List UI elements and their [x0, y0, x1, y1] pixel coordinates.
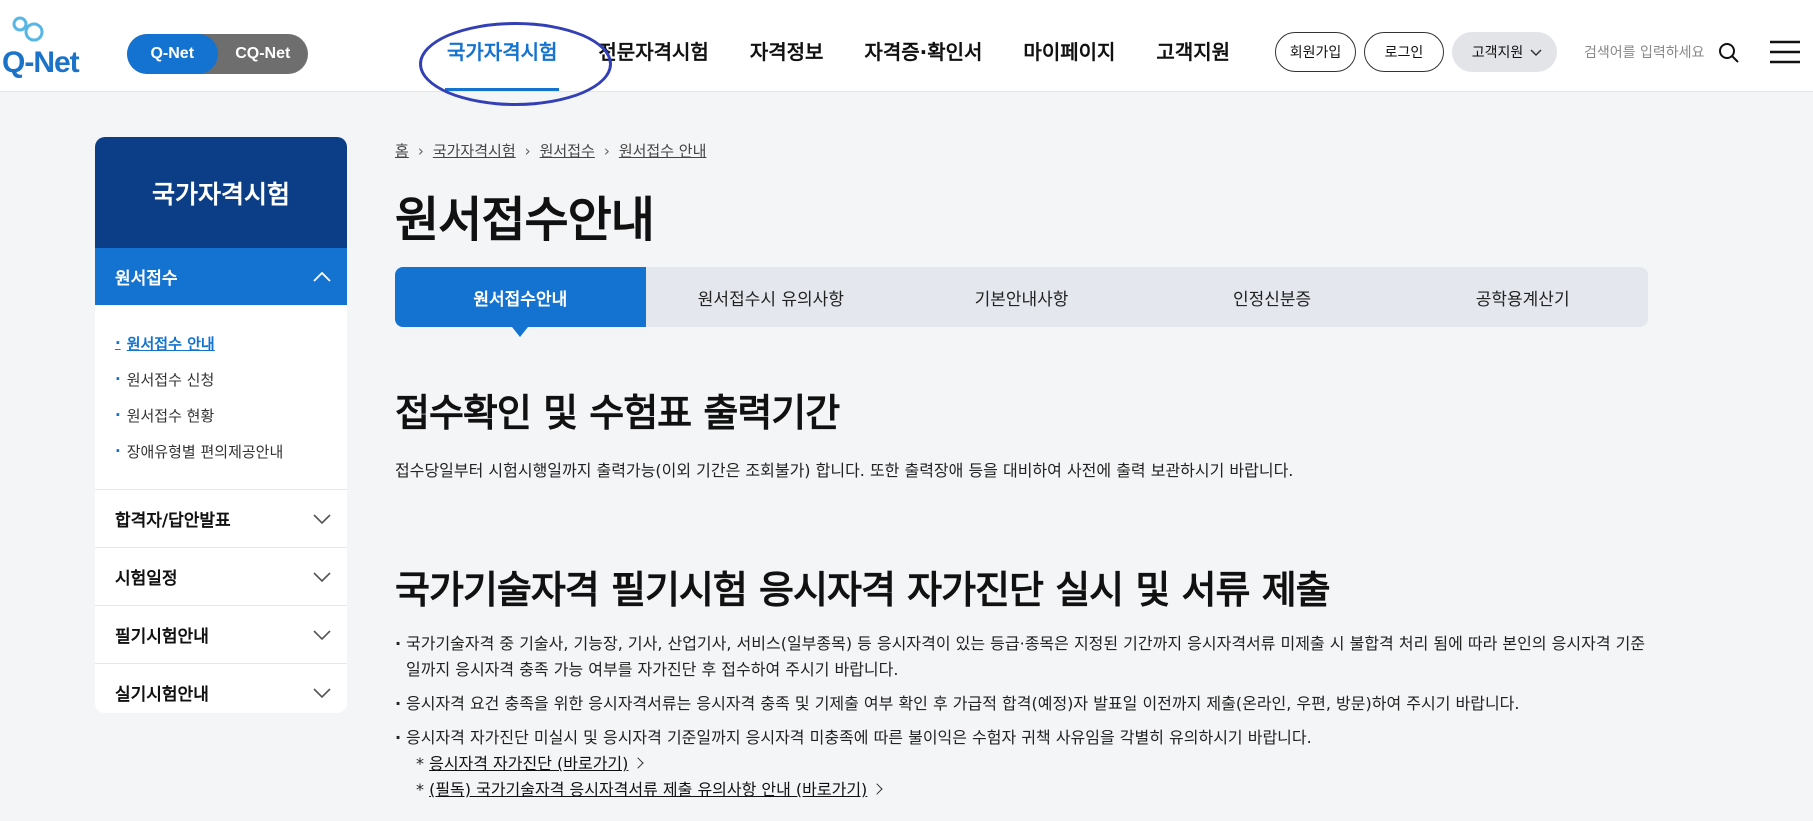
- login-button[interactable]: 로그인: [1364, 32, 1444, 72]
- qnet-logo[interactable]: Q-Net: [0, 10, 95, 80]
- site-toggle[interactable]: Q-Net CQ-Net: [127, 34, 308, 74]
- tab-application-guide[interactable]: 원서접수안내: [395, 267, 646, 337]
- chevron-right-icon: ›: [417, 141, 424, 160]
- sidebar-item-results[interactable]: 합격자/답안발표: [95, 489, 347, 547]
- chevron-right-icon: ›: [603, 141, 610, 160]
- join-button[interactable]: 회원가입: [1275, 32, 1356, 72]
- support-dropdown[interactable]: 고객지원: [1452, 32, 1557, 72]
- gnb-support[interactable]: 고객지원: [1156, 36, 1230, 65]
- sidebar-item-label: 합격자/답안발표: [115, 511, 231, 531]
- sidebar-item-written-exam[interactable]: 필기시험안내: [95, 605, 347, 663]
- search-input[interactable]: 검색어를 입력하세요: [1584, 42, 1704, 62]
- self-check-list: 국가기술자격 중 기술사, 기능장, 기사, 산업기사, 서비스(일부종목) 등…: [395, 631, 1648, 811]
- gnb-mypage[interactable]: 마이페이지: [1023, 36, 1115, 65]
- breadcrumb-national-exam[interactable]: 국가자격시험: [433, 140, 516, 161]
- section-text-print-period: 접수당일부터 시험시행일까지 출력가능(이외 기간은 조회불가) 합니다. 또한…: [395, 461, 1294, 480]
- list-item: 국가기술자격 중 기술사, 기능장, 기사, 산업기사, 서비스(일부종목) 등…: [395, 631, 1648, 683]
- chevron-right-icon: [632, 757, 645, 769]
- chevron-down-icon: [313, 629, 331, 640]
- link-prefix: *: [416, 780, 424, 799]
- sidebar-submenu: 원서접수 안내 원서접수 신청 원서접수 현황 장애유형별 편의제공안내: [95, 305, 347, 489]
- list-item-text: 응시자격 자가진단 미실시 및 응시자격 기준일까지 응시자격 미충족에 따른 …: [406, 728, 1312, 747]
- page-title: 원서접수안내: [395, 192, 655, 248]
- submenu-application-status[interactable]: 원서접수 현황: [115, 397, 347, 433]
- sidebar-item-label: 실기시험안내: [115, 685, 209, 705]
- self-check-link[interactable]: 응시자격 자가진단 (바로가기): [429, 754, 628, 773]
- search-icon[interactable]: [1718, 42, 1740, 64]
- sidebar-item-schedule[interactable]: 시험일정: [95, 547, 347, 605]
- chevron-down-icon: [313, 687, 331, 698]
- list-item: 응시자격 자가진단 미실시 및 응시자격 기준일까지 응시자격 미충족에 따른 …: [395, 725, 1648, 803]
- chevron-down-icon: [1530, 49, 1542, 57]
- content-tabs: 원서접수안내 원서접수시 유의사항 기본안내사항 인정신분증 공학용계산기: [395, 267, 1648, 337]
- left-sidebar: 국가자격시험 원서접수 원서접수 안내 원서접수 신청 원서접수 현황 장애유형…: [95, 137, 347, 713]
- sidebar-item-label: 시험일정: [115, 569, 178, 589]
- gnb-national-exam[interactable]: 국가자격시험: [444, 36, 560, 91]
- section-heading-print-period: 접수확인 및 수험표 출력기간: [395, 391, 840, 435]
- support-dropdown-label: 고객지원: [1471, 45, 1524, 61]
- breadcrumb: 홈 › 국가자격시험 › 원서접수 › 원서접수 안내: [395, 140, 706, 161]
- link-prefix: *: [416, 754, 424, 773]
- global-nav: 국가자격시험 전문자격시험 자격정보 자격증·확인서 마이페이지 고객지원: [444, 36, 1271, 91]
- hamburger-menu-icon[interactable]: [1770, 40, 1800, 64]
- chevron-right-icon: ›: [524, 141, 531, 160]
- chevron-up-icon: [313, 271, 331, 282]
- top-header: Q-Net Q-Net CQ-Net 국가자격시험 전문자격시험 자격정보 자격…: [0, 0, 1813, 92]
- site-toggle-qnet[interactable]: Q-Net: [127, 34, 218, 74]
- section-heading-self-check: 국가기술자격 필기시험 응시자격 자가진단 실시 및 서류 제출: [395, 568, 1331, 612]
- sidebar-item-practical-exam[interactable]: 실기시험안내: [95, 663, 347, 713]
- site-toggle-cqnet[interactable]: CQ-Net: [218, 34, 309, 74]
- chevron-right-icon: [871, 783, 883, 795]
- logo-text: Q-Net: [2, 46, 80, 79]
- gnb-professional-exam[interactable]: 전문자격시험: [598, 36, 708, 65]
- required-notice-link[interactable]: (필독) 국가기술자격 응시자격서류 제출 유의사항 안내 (바로가기): [429, 780, 867, 799]
- chevron-down-icon: [313, 571, 331, 582]
- breadcrumb-application[interactable]: 원서접수: [540, 140, 595, 161]
- tab-basic-info[interactable]: 기본안내사항: [896, 267, 1147, 327]
- required-notice-link-row: * (필독) 국가기술자격 응시자격서류 제출 유의사항 안내 (바로가기): [406, 777, 1648, 803]
- chevron-down-icon: [313, 513, 331, 524]
- sidebar-item-label: 필기시험안내: [115, 627, 209, 647]
- submenu-application-apply[interactable]: 원서접수 신청: [115, 361, 347, 397]
- list-item: 응시자격 요건 충족을 위한 응시자격서류는 응시자격 충족 및 기제출 여부 …: [395, 691, 1648, 717]
- tab-calculator[interactable]: 공학용계산기: [1397, 267, 1648, 327]
- breadcrumb-application-guide[interactable]: 원서접수 안내: [619, 140, 707, 161]
- sidebar-title: 국가자격시험: [95, 137, 347, 248]
- sidebar-item-application[interactable]: 원서접수: [95, 248, 347, 305]
- submenu-accessibility-guide[interactable]: 장애유형별 편의제공안내: [115, 433, 347, 469]
- gnb-qualification-info[interactable]: 자격정보: [750, 36, 824, 65]
- sidebar-item-label: 원서접수: [115, 269, 178, 289]
- gnb-certificate[interactable]: 자격증·확인서: [864, 36, 982, 65]
- self-check-link-row: * 응시자격 자가진단 (바로가기): [406, 751, 1648, 777]
- submenu-application-guide[interactable]: 원서접수 안내: [115, 325, 347, 361]
- tab-application-notes[interactable]: 원서접수시 유의사항: [646, 267, 897, 327]
- breadcrumb-home[interactable]: 홈: [395, 140, 409, 161]
- tab-id-cards[interactable]: 인정신분증: [1147, 267, 1398, 327]
